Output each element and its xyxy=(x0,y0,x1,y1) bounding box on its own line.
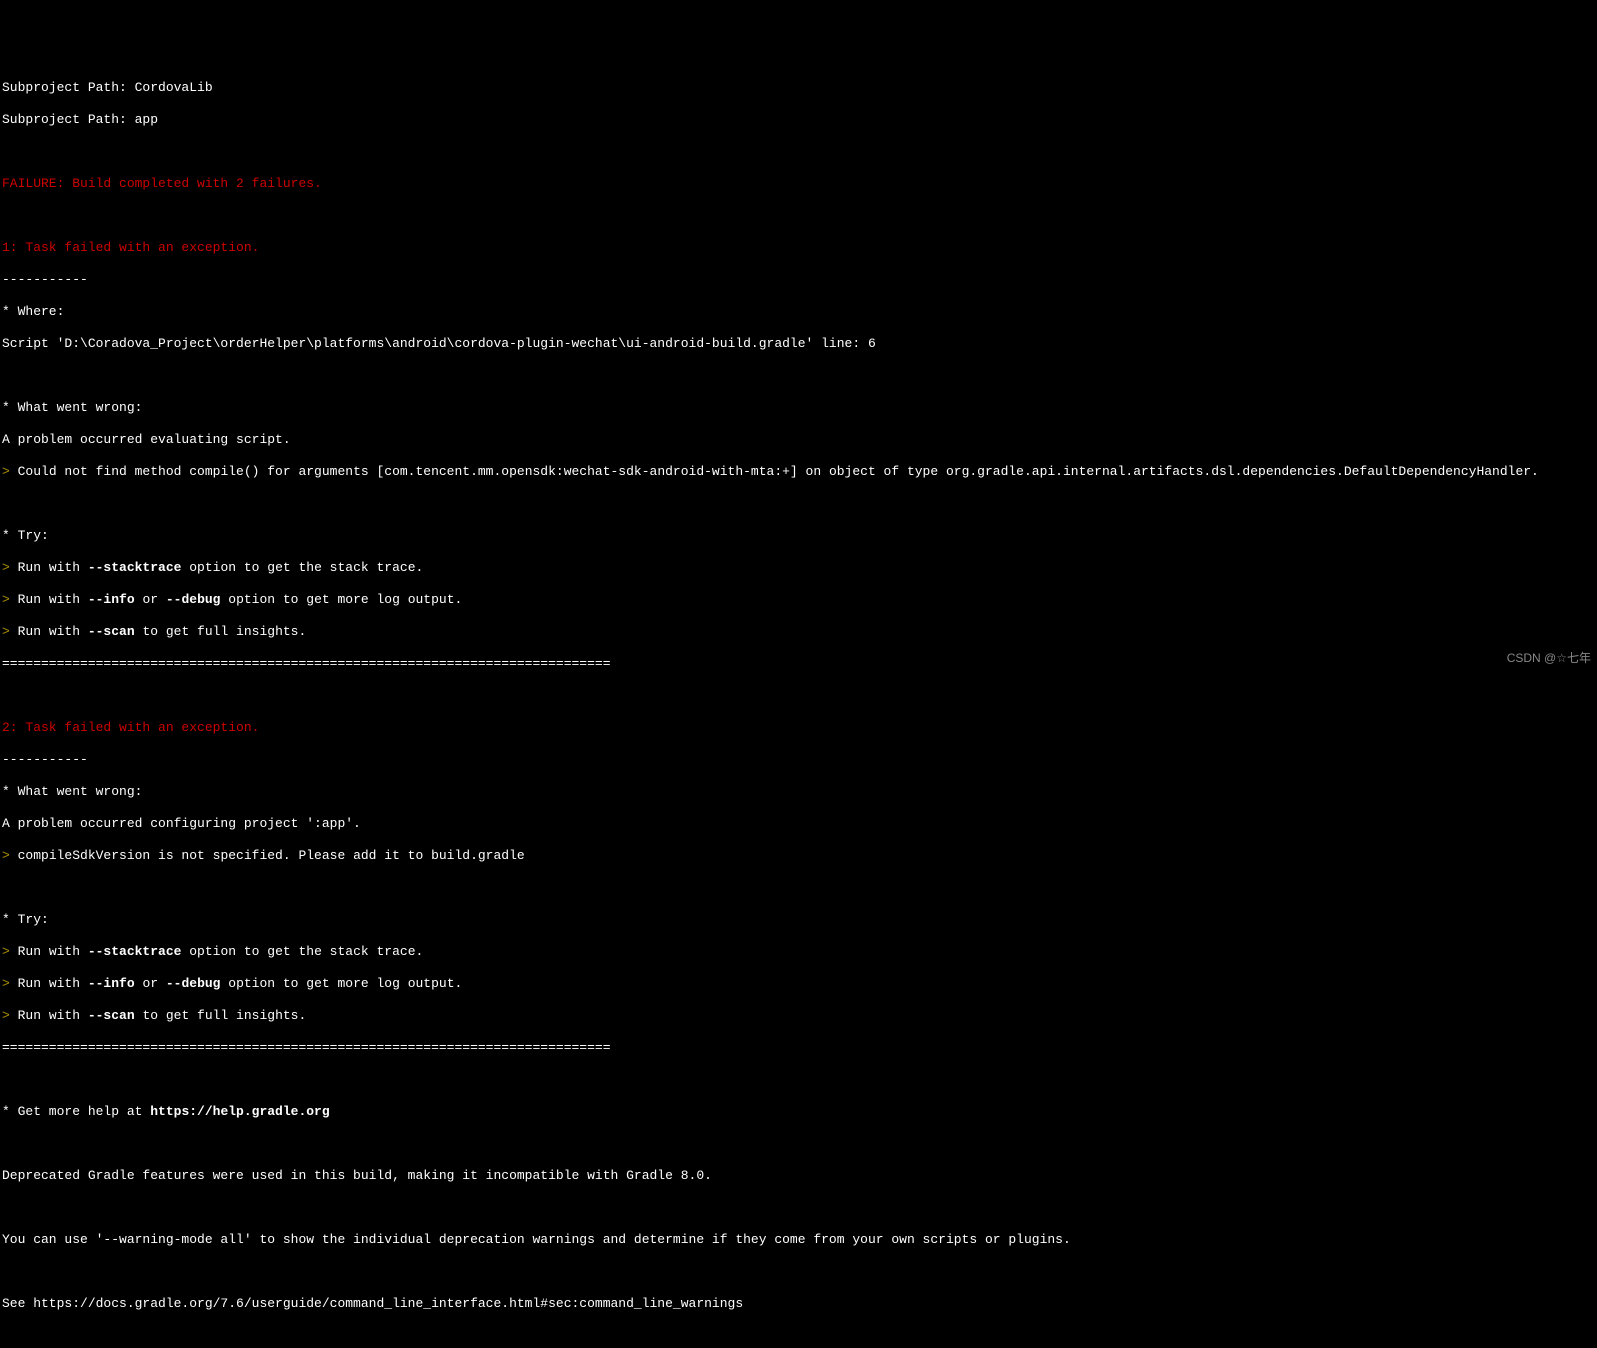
error-detail: > compileSdkVersion is not specified. Pl… xyxy=(2,848,1595,864)
what-went-wrong-label: * What went wrong: xyxy=(2,784,1595,800)
subproject-line: Subproject Path: app xyxy=(2,112,1595,128)
task1-title: 1: Task failed with an exception. xyxy=(2,240,1595,256)
divider-eq: ========================================… xyxy=(2,1040,1595,1056)
divider-eq: ========================================… xyxy=(2,656,1595,672)
what-went-wrong-text: A problem occurred evaluating script. xyxy=(2,432,1595,448)
divider-dash: ----------- xyxy=(2,272,1595,288)
subproject-line: Subproject Path: CordovaLib xyxy=(2,80,1595,96)
error-detail: > Could not find method compile() for ar… xyxy=(2,464,1595,480)
divider-dash: ----------- xyxy=(2,752,1595,768)
try-hint: > Run with --stacktrace option to get th… xyxy=(2,944,1595,960)
where-path: Script 'D:\Coradova_Project\orderHelper\… xyxy=(2,336,1595,352)
terminal-output: Subproject Path: CordovaLib Subproject P… xyxy=(0,64,1597,1348)
deprecated-line: See https://docs.gradle.org/7.6/userguid… xyxy=(2,1296,1595,1312)
where-label: * Where: xyxy=(2,304,1595,320)
task2-title: 2: Task failed with an exception. xyxy=(2,720,1595,736)
what-went-wrong-text: A problem occurred configuring project '… xyxy=(2,816,1595,832)
what-went-wrong-label: * What went wrong: xyxy=(2,400,1595,416)
deprecated-line: Deprecated Gradle features were used in … xyxy=(2,1168,1595,1184)
failure-summary: FAILURE: Build completed with 2 failures… xyxy=(2,176,1595,192)
try-hint: > Run with --scan to get full insights. xyxy=(2,1008,1595,1024)
deprecated-line: You can use '--warning-mode all' to show… xyxy=(2,1232,1595,1248)
try-hint: > Run with --scan to get full insights. xyxy=(2,624,1595,640)
try-hint: > Run with --info or --debug option to g… xyxy=(2,592,1595,608)
try-label: * Try: xyxy=(2,528,1595,544)
try-label: * Try: xyxy=(2,912,1595,928)
try-hint: > Run with --info or --debug option to g… xyxy=(2,976,1595,992)
help-line: * Get more help at https://help.gradle.o… xyxy=(2,1104,1595,1120)
try-hint: > Run with --stacktrace option to get th… xyxy=(2,560,1595,576)
watermark: CSDN @☆七年 xyxy=(1507,650,1591,666)
